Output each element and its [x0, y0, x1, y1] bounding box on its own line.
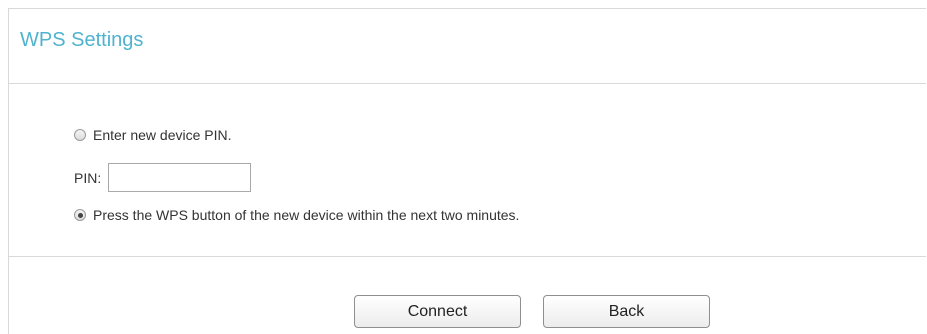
pin-label: PIN: [74, 169, 102, 186]
wps-settings-panel: WPS Settings Enter new device PIN. PIN: … [8, 8, 926, 334]
radio-option-push-button[interactable]: Press the WPS button of the new device w… [74, 207, 519, 223]
connect-button[interactable]: Connect [354, 295, 521, 328]
page-title: WPS Settings [20, 29, 144, 51]
pin-row: PIN: [74, 163, 252, 192]
divider [9, 256, 926, 257]
radio-option-enter-pin[interactable]: Enter new device PIN. [74, 127, 232, 143]
back-button[interactable]: Back [543, 295, 710, 328]
radio-label-push-button: Press the WPS button of the new device w… [93, 207, 520, 223]
radio-label-enter-pin: Enter new device PIN. [93, 127, 232, 143]
radio-button-push-button[interactable] [74, 209, 86, 221]
pin-input[interactable] [108, 163, 252, 192]
panel-header: WPS Settings [9, 9, 926, 84]
radio-button-enter-pin[interactable] [74, 129, 86, 141]
